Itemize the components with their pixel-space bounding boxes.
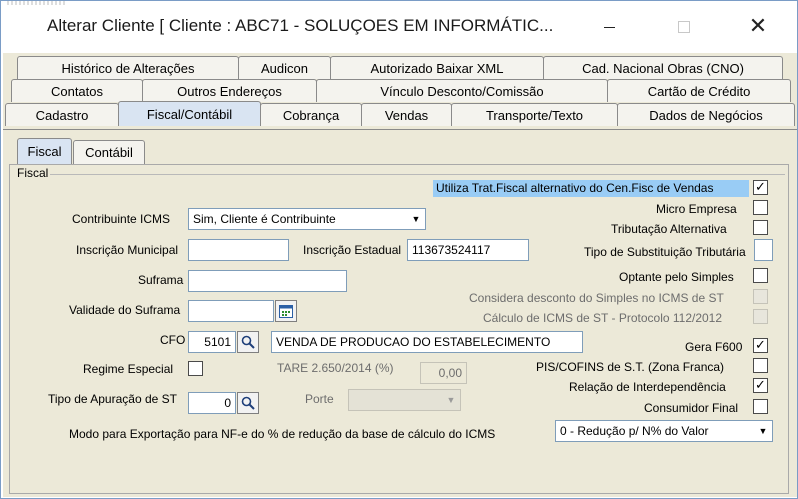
checkbox-regime-especial[interactable] [188,361,203,376]
modo-exportacao-value: 0 - Redução p/ N% do Valor [560,424,709,438]
subtab-contabil[interactable]: Contábil [73,140,145,164]
cfo-label: CFO [160,333,186,347]
minimize-button[interactable] [586,9,632,45]
cfo-description-input[interactable]: VENDA DE PRODUCAO DO ESTABELECIMENTO [271,331,583,353]
tab-autorizado-baixar-xml[interactable]: Autorizado Baixar XML [330,56,544,79]
tab-cad-nacional-obras[interactable]: Cad. Nacional Obras (CNO) [543,56,783,79]
validade-suframa-input[interactable] [188,300,274,322]
maximize-button[interactable] [661,9,707,45]
tipo-apuracao-label: Tipo de Apuração de ST [48,392,177,406]
check-label-optante-simples: Optante pelo Simples [619,270,734,284]
contribuinte-icms-value: Sim, Cliente é Contribuinte [193,212,336,226]
checkbox-tributacao-alternativa[interactable] [753,220,768,235]
check-label-pis-cofins: PIS/COFINS de S.T. (Zona Franca) [536,360,725,374]
contribuinte-icms-label: Contribuinte ICMS [72,212,171,226]
maximize-icon [678,21,690,33]
tab-audicon[interactable]: Audicon [238,56,331,79]
fieldset-label-fiscal: Fiscal [15,166,51,180]
tab-cartao-credito[interactable]: Cartão de Crédito [607,79,791,102]
checkbox-gera-f600[interactable]: ✓ [753,338,768,353]
chevron-down-icon: ▼ [758,426,768,436]
porte-select[interactable]: ▼ [348,389,461,411]
checkbox-protocolo-112[interactable] [753,309,768,324]
tipo-substituicao-input[interactable] [754,239,773,261]
check-label-consumidor-final: Consumidor Final [644,401,739,415]
check-label-micro-empresa: Micro Empresa [656,202,737,216]
check-label-trat-fiscal: Utiliza Trat.Fiscal alternativo do Cen.F… [436,181,714,195]
checkbox-trat-fiscal[interactable]: ✓ [753,180,768,195]
calendar-button[interactable] [275,300,297,322]
checkbox-micro-empresa[interactable] [753,200,768,215]
suframa-label: Suframa [138,273,184,287]
tab-dados-negocios[interactable]: Dados de Negócios [617,103,795,126]
fieldset-border [15,174,785,175]
close-icon: ✕ [748,14,768,39]
tipo-apuracao-search-button[interactable] [237,392,259,414]
tipo-substituicao-label: Tipo de Substituição Tributária [584,245,746,259]
check-label-protocolo-112: Cálculo de ICMS de ST - Protocolo 112/20… [483,311,723,325]
checkbox-relacao-interdependencia[interactable]: ✓ [753,378,768,393]
tab-outros-enderecos[interactable]: Outros Endereços [142,79,317,102]
close-button[interactable]: ✕ [735,9,781,45]
contribuinte-icms-select[interactable]: Sim, Cliente é Contribuinte ▼ [188,208,426,230]
tab-transporte-texto[interactable]: Transporte/Texto [451,103,618,126]
title-bar[interactable]: Alterar Cliente [ Cliente : ABC71 - SOLU… [1,1,797,53]
subtab-fiscal[interactable]: Fiscal [17,138,72,164]
check-label-gera-f600: Gera F600 [685,340,743,354]
checkbox-consumidor-final[interactable] [753,399,768,414]
tab-vinculo-desconto-comissao[interactable]: Vínculo Desconto/Comissão [316,79,608,102]
inscricao-estadual-input[interactable]: 113673524117 [407,239,529,261]
minimize-icon [603,26,615,28]
modo-exportacao-label: Modo para Exportação para NF-e do % de r… [69,427,496,441]
inscricao-municipal-label: Inscrição Municipal [76,243,179,257]
tab-strip: Histórico de Alterações Audicon Autoriza… [3,53,797,131]
search-icon [241,335,255,349]
window: Alterar Cliente [ Cliente : ABC71 - SOLU… [0,0,798,499]
suframa-input[interactable] [188,270,347,292]
window-title: Alterar Cliente [ Cliente : ABC71 - SOLU… [47,16,554,35]
chevron-down-icon: ▼ [411,214,421,224]
tab-cadastro[interactable]: Cadastro [5,103,119,126]
cfo-search-button[interactable] [237,331,259,353]
fiscal-contabil-panel: Fiscal Contábil Fiscal Utiliza Trat.Fisc… [3,129,797,497]
tare-input[interactable]: 0,00 [420,362,467,384]
modo-exportacao-select[interactable]: 0 - Redução p/ N% do Valor ▼ [555,420,773,442]
tare-label: TARE 2.650/2014 (%) [277,361,394,375]
regime-especial-label: Regime Especial [83,362,174,376]
tab-fiscal-contabil[interactable]: Fiscal/Contábil [118,101,261,126]
inscricao-municipal-input[interactable] [188,239,289,261]
porte-label: Porte [305,392,334,406]
search-icon [241,396,255,410]
validade-suframa-label: Validade do Suframa [69,303,181,317]
checkbox-desconto-simples[interactable] [753,289,768,304]
checkbox-optante-simples[interactable] [753,268,768,283]
check-label-relacao-interdependencia: Relação de Interdependência [569,380,726,394]
tab-cobranca[interactable]: Cobrança [260,103,362,126]
title-grabber [7,1,67,5]
check-label-tributacao-alternativa: Tributação Alternativa [611,222,727,236]
tab-historico-alteracoes[interactable]: Histórico de Alterações [17,56,239,79]
check-label-desconto-simples: Considera desconto do Simples no ICMS de… [469,291,724,305]
checkbox-pis-cofins[interactable] [753,358,768,373]
cfo-code-input[interactable]: 5101 [188,331,236,353]
tipo-apuracao-input[interactable]: 0 [188,392,236,414]
chevron-down-icon: ▼ [446,395,456,405]
calendar-icon [279,305,293,318]
tab-vendas[interactable]: Vendas [361,103,452,126]
inscricao-estadual-label: Inscrição Estadual [303,243,402,257]
tab-contatos[interactable]: Contatos [11,79,143,102]
